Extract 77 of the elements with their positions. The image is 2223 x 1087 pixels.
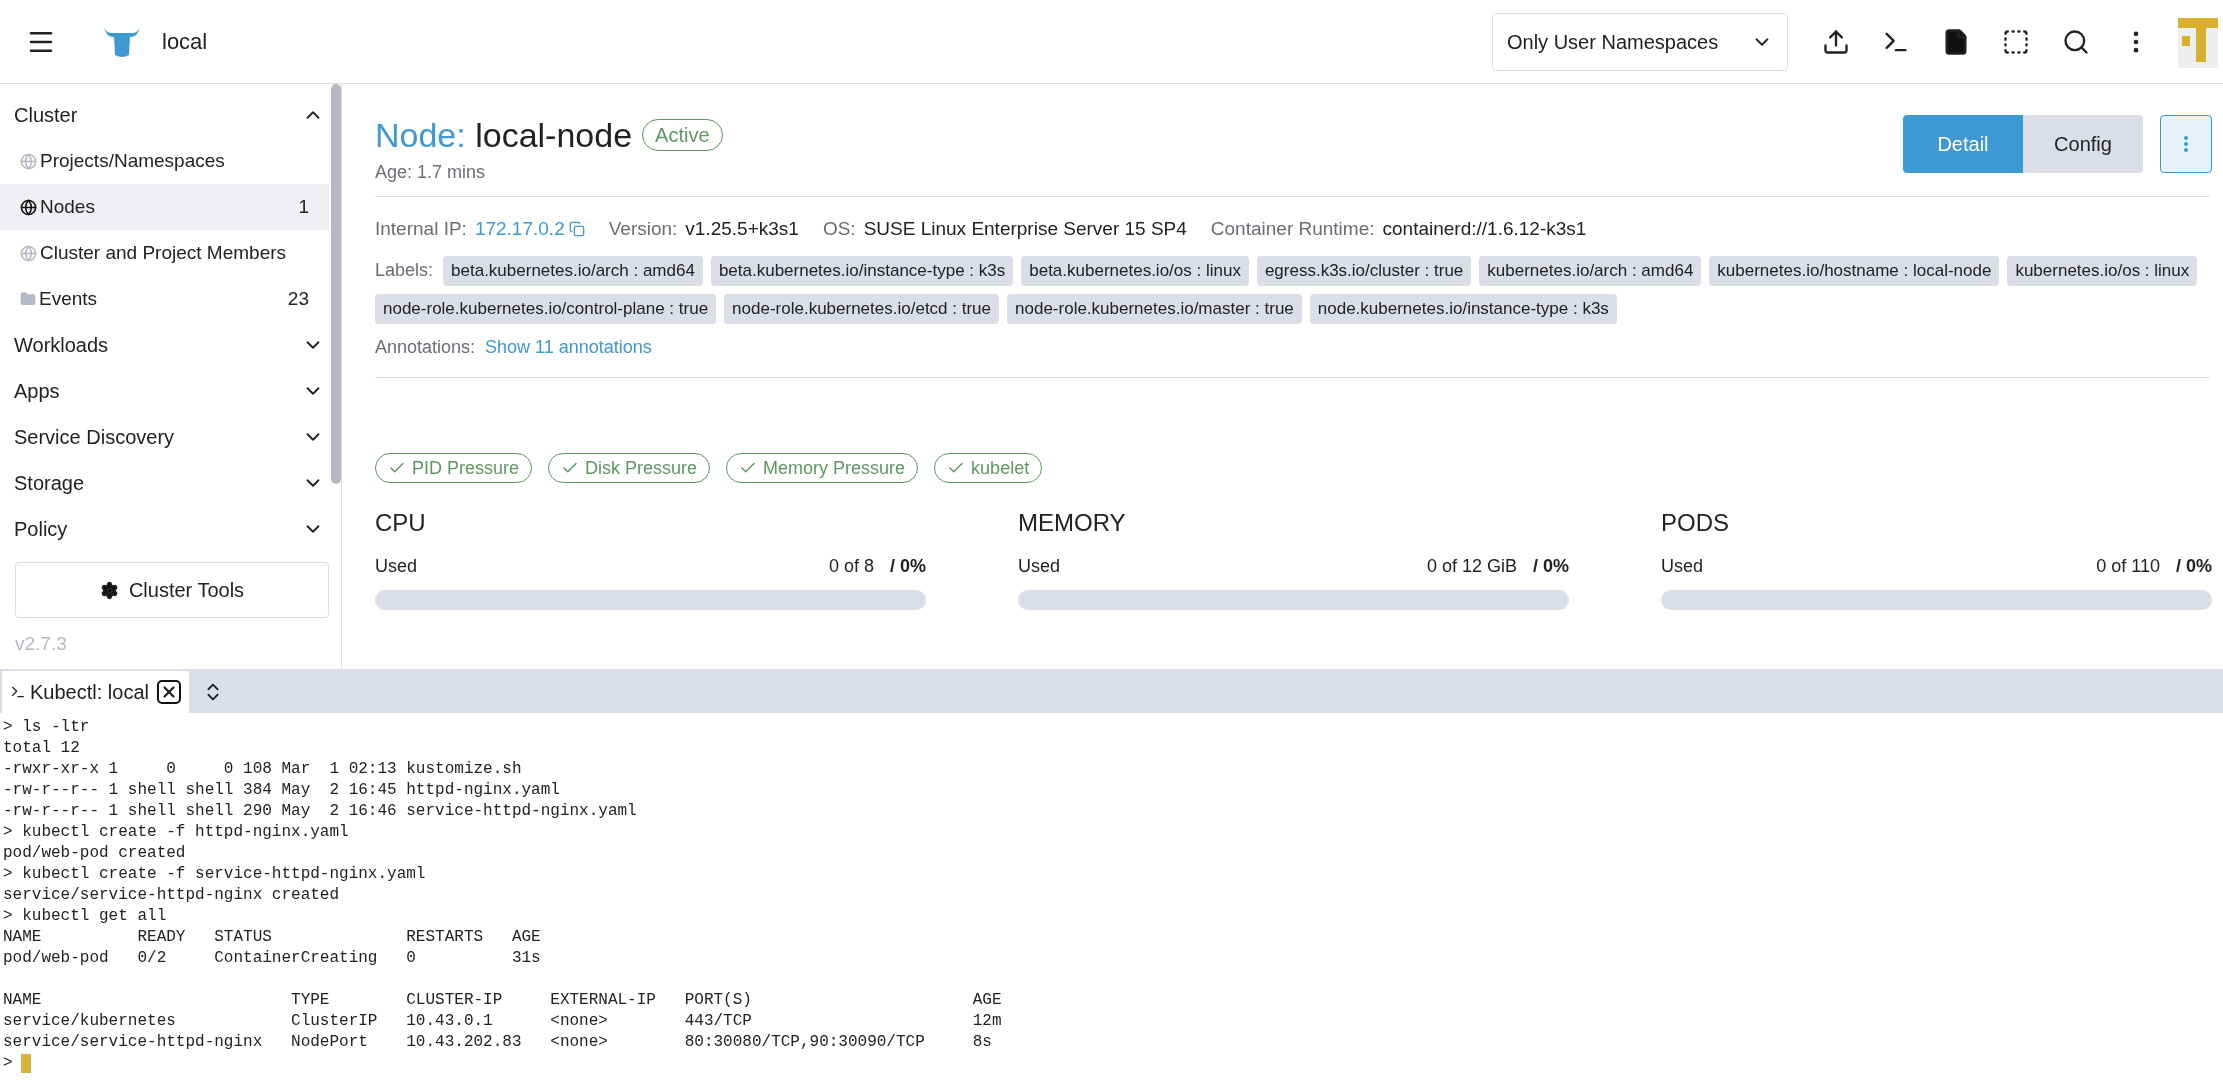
annotations-title: Annotations: — [375, 335, 476, 359]
terminal-line: > kubectl get all — [3, 906, 168, 927]
label-tag: kubernetes.io/os : linux — [2007, 255, 2198, 286]
terminal-line: NAME READY STATUS RESTARTS AGE — [3, 927, 542, 948]
cluster-tools-button[interactable]: Cluster Tools — [15, 562, 329, 618]
terminal-line: service/service-httpd-nginx NodePort 10.43.202.83 <none> 80:30080/TCP,90:30090/TCP 8s — [3, 1032, 993, 1053]
age-text: Age: 1.7 mins — [375, 161, 487, 184]
namespace-dropdown[interactable]: Only User Namespaces — [1492, 12, 1788, 71]
label-tag: beta.kubernetes.io/instance-type : k3s — [710, 255, 1014, 286]
terminal-prompt: > — [3, 1053, 13, 1074]
terminal-line: pod/web-pod created — [3, 843, 187, 864]
detail-label: Internal IP: — [375, 217, 467, 241]
nav-group[interactable]: Cluster — [14, 92, 329, 138]
version-text: v2.7.3 — [15, 632, 68, 656]
globe-icon — [20, 152, 37, 170]
detail-value: v1.25.5+k3s1 — [685, 217, 799, 241]
more-actions-button[interactable] — [2160, 115, 2212, 173]
nav-group[interactable]: Apps — [14, 368, 329, 414]
usage-percent: / 0% — [889, 554, 926, 578]
view-tab[interactable]: Config — [2023, 115, 2143, 173]
terminal-line: NAME TYPE CLUSTER-IP EXTERNAL-IP PORT(S) AGE — [3, 990, 1003, 1011]
used-label: Used — [1018, 554, 1062, 578]
nav-group[interactable]: Workloads — [14, 322, 329, 368]
copy-icon — [568, 221, 585, 238]
label-tag: beta.kubernetes.io/arch : amd64 — [443, 255, 703, 286]
labels-title: Labels: — [375, 259, 434, 282]
usage-percent: / 0% — [1532, 554, 1569, 578]
globe-icon — [20, 198, 37, 216]
terminal-line: service/kubernetes ClusterIP 10.43.0.1 <none> 443/TCP 12m — [3, 1011, 1003, 1032]
detail-label: Version: — [608, 217, 678, 241]
label-tag: beta.kubernetes.io/os : linux — [1021, 255, 1249, 286]
folder-icon — [20, 291, 36, 307]
label-tag: egress.k3s.io/cluster : true — [1256, 255, 1472, 286]
detail-value: SUSE Linux Enterprise Server 15 SP4 — [863, 217, 1187, 241]
nav-group[interactable]: Storage — [14, 460, 329, 506]
more-icon — [2184, 136, 2188, 152]
usage-amount: 0 of 12 GiB — [1426, 554, 1517, 578]
gauge-title: CPU — [375, 507, 427, 538]
close-icon — [156, 680, 181, 704]
cluster-name: local — [162, 28, 208, 56]
page-title: Node: local-node — [375, 115, 633, 155]
label-tag: kubernetes.io/arch : amd64 — [1479, 255, 1702, 286]
nav-item[interactable]: Nodes 1 — [0, 184, 329, 230]
label-tag: kubernetes.io/hostname : local-node — [1709, 255, 2000, 286]
terminal-icon — [10, 684, 26, 700]
nav-group[interactable]: Policy — [14, 506, 329, 552]
nav-group[interactable]: Service Discovery — [14, 414, 329, 460]
terminal-line: -rwxr-xr-x 1 0 0 108 Mar 1 02:13 kustomize.sh — [3, 759, 523, 780]
gear-icon — [99, 580, 119, 600]
terminal-tab[interactable]: Kubectl: local — [2, 671, 189, 713]
terminal-line: -rw-r--r-- 1 shell shell 384 May 2 16:45 httpd-nginx.yaml — [3, 780, 561, 801]
used-label: Used — [375, 554, 419, 578]
terminal-line: > kubectl create -f httpd-nginx.yaml — [3, 822, 350, 843]
terminal-line: > kubectl create -f service-httpd-nginx.yaml — [3, 864, 427, 885]
usage-amount: 0 of 8 — [828, 554, 874, 578]
nav-item[interactable]: Cluster and Project Members — [0, 230, 329, 276]
gauge-title: PODS — [1661, 507, 1730, 538]
label-tag: node.kubernetes.io/instance-type : k3s — [1309, 293, 1617, 324]
terminal-line: -rw-r--r-- 1 shell shell 290 May 2 16:46 service-httpd-nginx.yaml — [3, 801, 638, 822]
gauge-title: MEMORY — [1018, 507, 1127, 538]
nav-item[interactable]: Projects/Namespaces — [0, 138, 329, 184]
detail-value: containerd://1.6.12-k3s1 — [1382, 217, 1587, 241]
terminal-line: pod/web-pod 0/2 ContainerCreating 0 31s — [3, 948, 542, 969]
detail-label: OS: — [822, 217, 856, 241]
terminal-line: total 12 — [3, 738, 81, 759]
label-tag: node-role.kubernetes.io/control-plane : true — [375, 293, 717, 324]
usage-amount: 0 of 110 — [2096, 554, 2160, 578]
used-label: Used — [1661, 554, 1705, 578]
label-tag: node-role.kubernetes.io/etcd : true — [724, 293, 1000, 324]
globe-icon — [20, 244, 37, 262]
detail-label: Container Runtime: — [1210, 217, 1375, 241]
usage-percent: / 0% — [2175, 554, 2212, 578]
nav-item[interactable]: Events 23 — [0, 276, 329, 322]
terminal-cursor — [20, 1054, 31, 1073]
terminal-line: service/service-httpd-nginx created — [3, 885, 341, 906]
label-tag: node-role.kubernetes.io/master : true — [1007, 293, 1302, 324]
terminal-line: > ls -ltr — [3, 717, 91, 738]
